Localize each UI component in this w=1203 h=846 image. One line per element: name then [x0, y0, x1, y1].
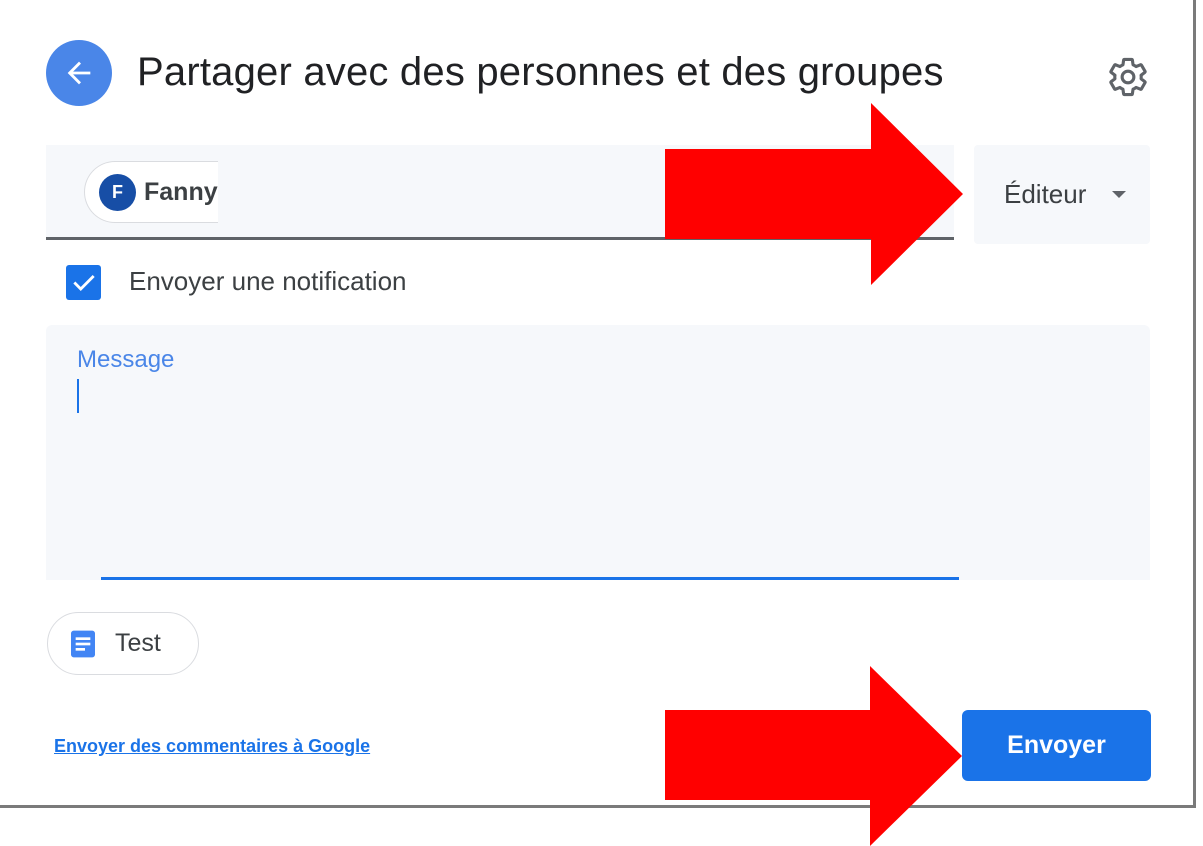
notification-label: Envoyer une notification [129, 266, 407, 296]
attachment-name: Test [115, 629, 161, 657]
notification-checkbox[interactable] [66, 265, 101, 300]
message-label: Message [77, 346, 175, 373]
role-selected-value: Éditeur [1004, 179, 1087, 209]
annotation-arrow-icon [665, 103, 963, 285]
dialog-title: Partager avec des personnes et des group… [137, 50, 944, 94]
annotation-arrow-icon [665, 666, 962, 846]
caret-down-icon [1112, 191, 1126, 198]
back-button[interactable] [46, 40, 112, 106]
message-focus-underline [101, 577, 959, 580]
recipient-name: Fanny [144, 177, 218, 206]
send-button[interactable]: Envoyer [962, 710, 1151, 781]
role-dropdown[interactable]: Éditeur [974, 145, 1150, 244]
document-icon [71, 630, 95, 657]
avatar: F [99, 173, 136, 211]
text-cursor [77, 379, 79, 413]
gear-icon[interactable] [1106, 55, 1150, 99]
attachment-chip[interactable]: Test [47, 612, 199, 675]
arrow-left-icon [67, 61, 91, 85]
recipient-chip[interactable]: F Fanny [84, 161, 218, 223]
message-textarea[interactable]: Message [46, 325, 1150, 580]
checkmark-icon [72, 274, 95, 291]
feedback-link[interactable]: Envoyer des commentaires à Google [54, 736, 370, 757]
share-dialog: Partager avec des personnes et des group… [0, 0, 1196, 808]
